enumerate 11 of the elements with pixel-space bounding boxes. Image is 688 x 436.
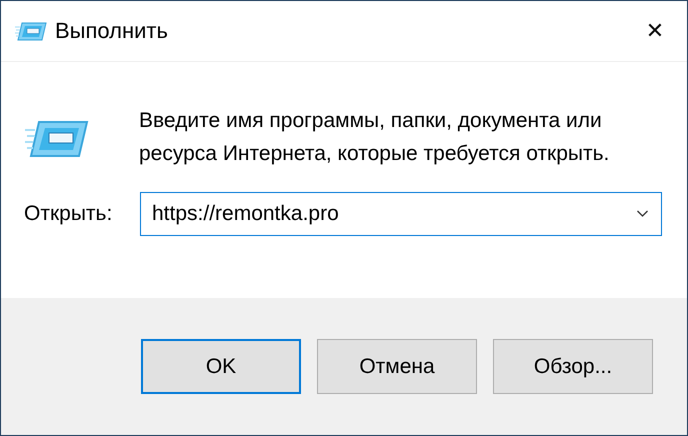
open-label: Открыть: (24, 202, 114, 226)
dialog-button[interactable]: Отмена (317, 339, 477, 394)
dropdown-caret-icon[interactable] (636, 210, 649, 218)
instruction-text: Введите имя программы, папки, документа или ресурса Интернета, которые требуется открыть. (139, 108, 610, 167)
dialog-button[interactable]: Обзор... (493, 339, 653, 394)
window-title: Выполнить (55, 18, 169, 44)
dialog-button[interactable]: OK (141, 339, 301, 394)
run-icon (15, 21, 47, 41)
run-icon (25, 118, 89, 158)
close-button[interactable]: ✕ (625, 1, 685, 61)
open-combo-box[interactable]: https://remontka.pro (140, 192, 662, 236)
